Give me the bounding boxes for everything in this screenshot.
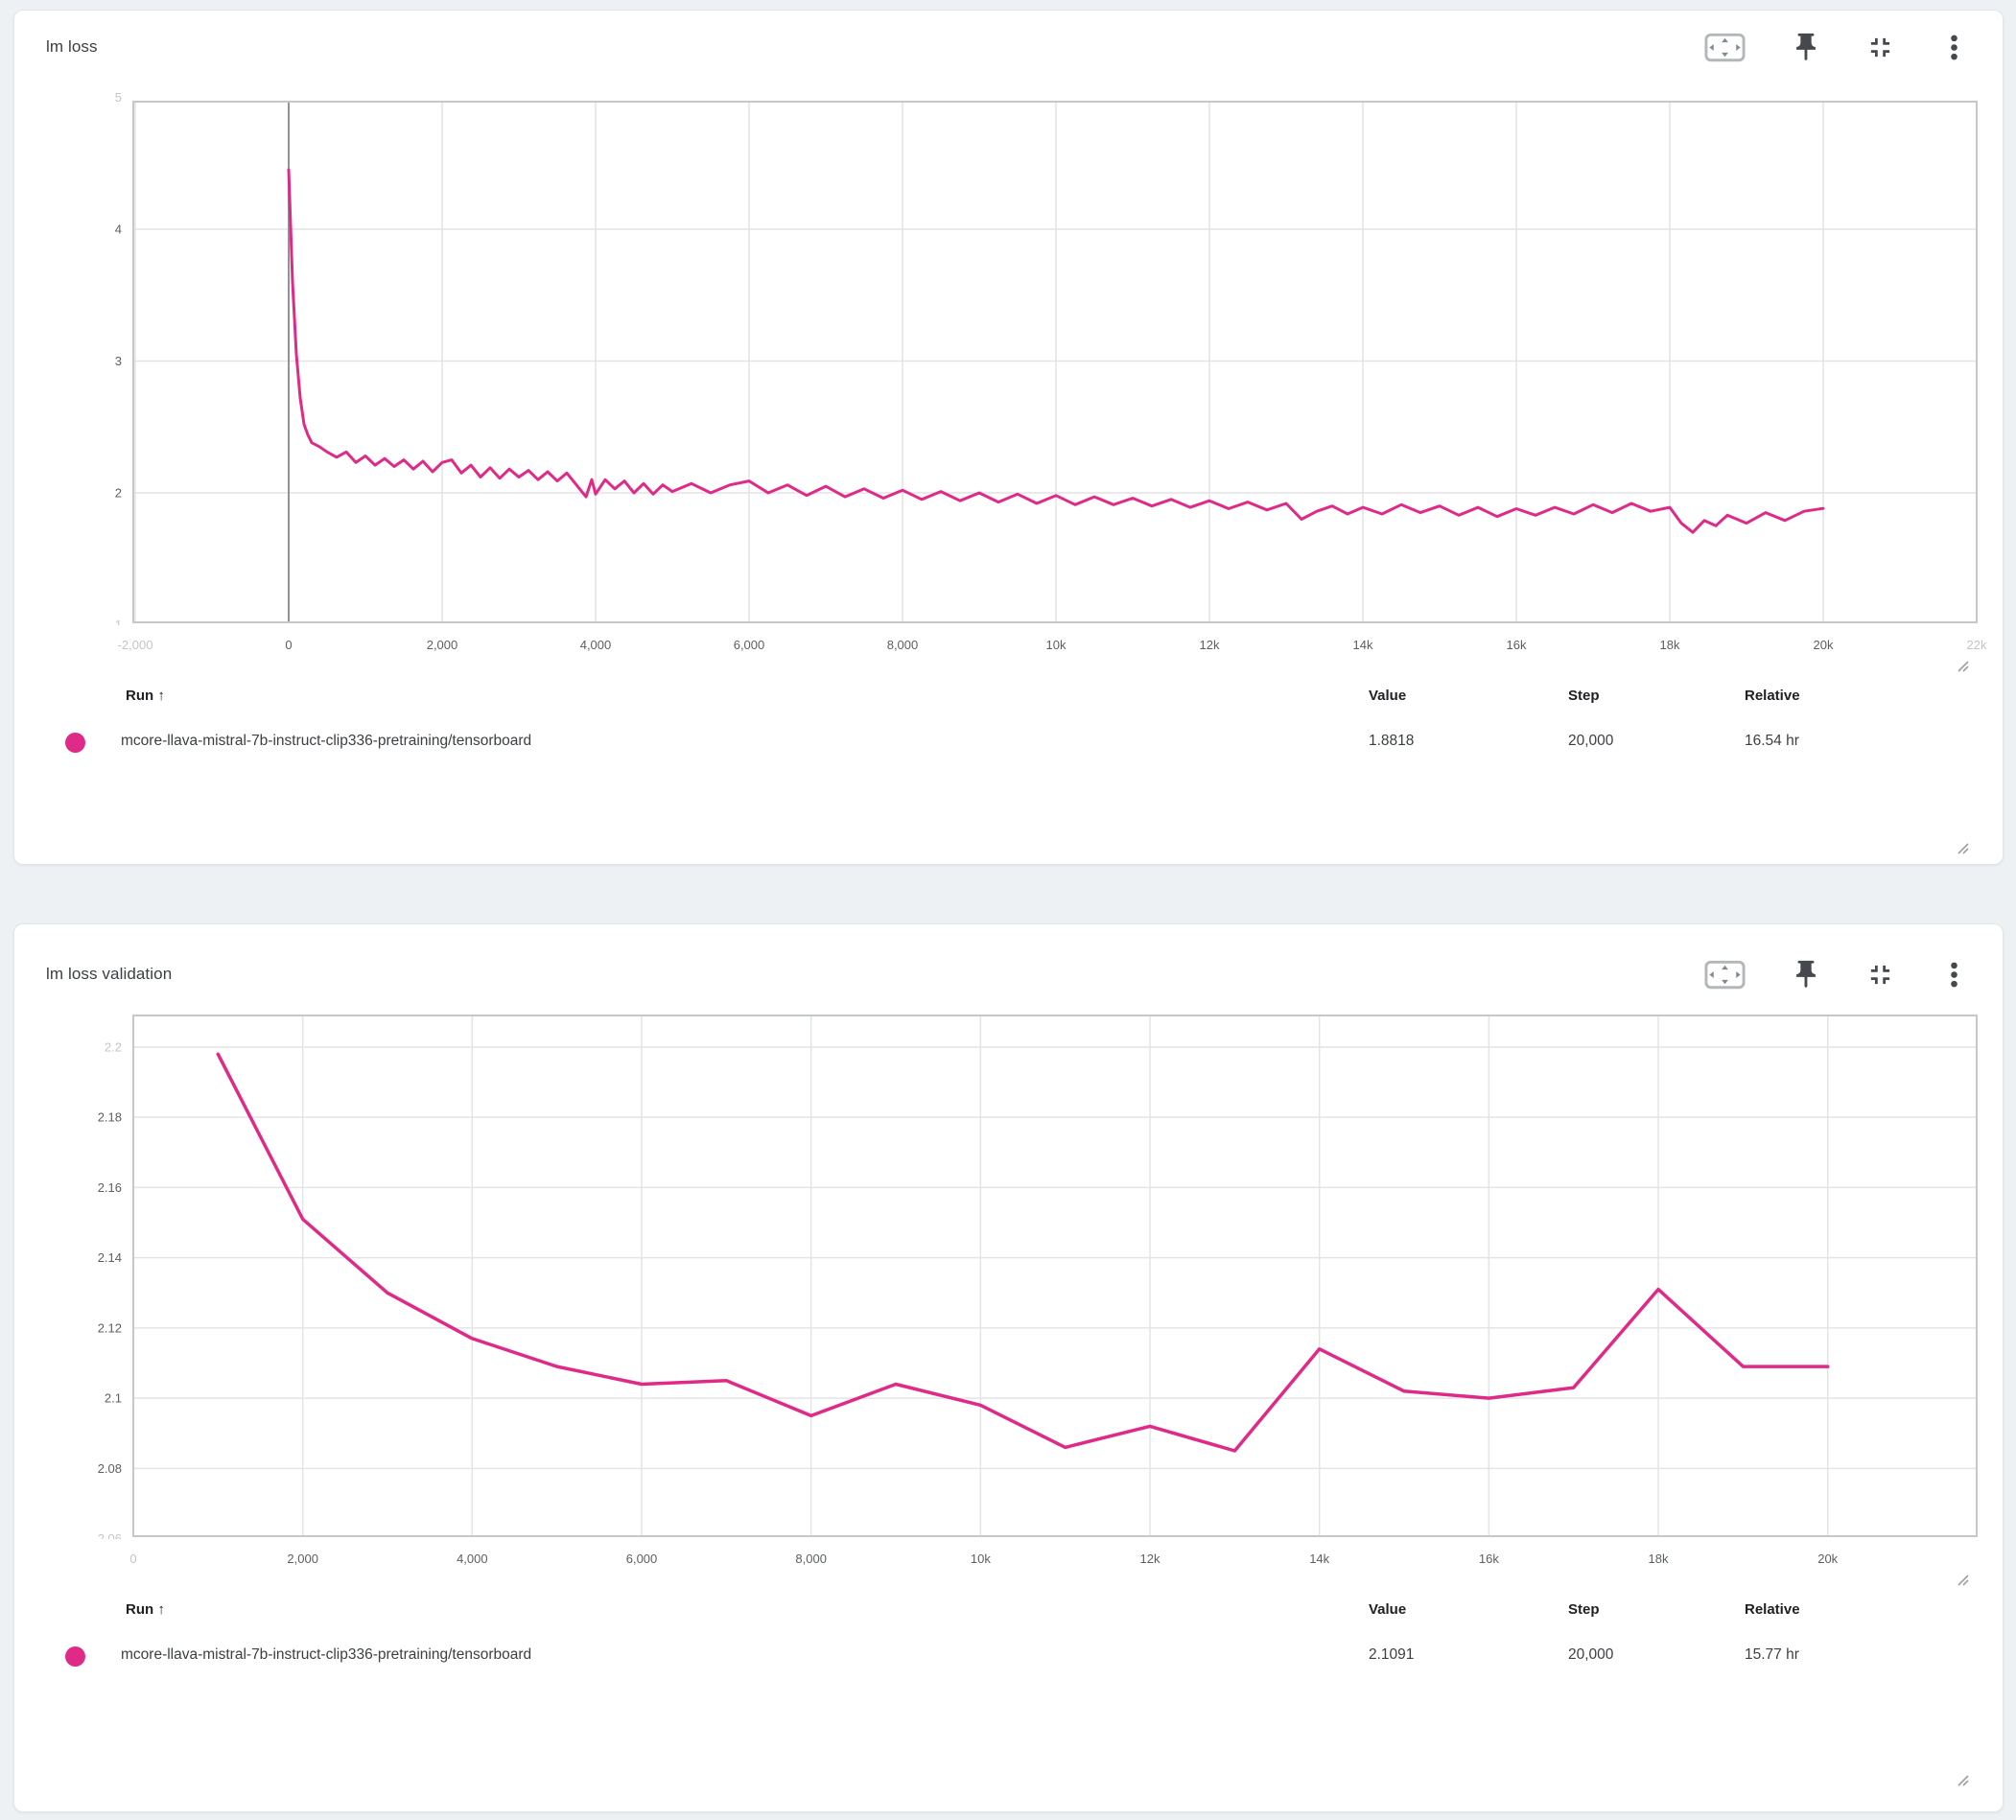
run-step: 20,000 [1568, 733, 1613, 750]
svg-text:2.2: 2.2 [105, 1039, 122, 1054]
run-relative: 16.54 hr [1745, 733, 1799, 750]
value-column-header: Value [1369, 1601, 1406, 1618]
fit-domain-button[interactable] [1700, 955, 1749, 994]
svg-text:8,000: 8,000 [795, 1552, 827, 1566]
more-options-icon [1938, 959, 1970, 991]
fit-domain-button[interactable] [1700, 28, 1749, 67]
svg-text:4: 4 [115, 222, 122, 236]
relative-column-header: Relative [1745, 1601, 1800, 1618]
collapse-card-button[interactable] [1863, 30, 1898, 65]
pin-icon [1790, 958, 1822, 991]
card-resize-grip-icon[interactable] [1956, 1773, 1971, 1788]
card-resize-grip-icon[interactable] [1956, 841, 1971, 856]
run-name: mcore-llava-mistral-7b-instruct-clip336-… [121, 733, 531, 750]
collapse-card-icon [1864, 959, 1896, 991]
svg-text:1: 1 [115, 618, 122, 632]
pin-icon [1790, 31, 1822, 63]
svg-text:2.08: 2.08 [98, 1461, 122, 1476]
svg-text:20k: 20k [1814, 638, 1834, 652]
step-column-header: Step [1568, 688, 1600, 704]
svg-text:2.14: 2.14 [98, 1250, 122, 1265]
chart-resize-grip-icon[interactable] [1956, 659, 1971, 674]
run-column-header[interactable]: Run ↑ [126, 1601, 165, 1618]
svg-text:18k: 18k [1660, 638, 1680, 652]
run-color-dot [65, 1646, 85, 1667]
svg-text:4,000: 4,000 [580, 638, 612, 652]
scalar-card-lm-loss: lm loss [13, 10, 2004, 865]
chart-title: lm loss [46, 37, 98, 57]
fit-domain-icon [1702, 30, 1747, 65]
svg-text:2.06: 2.06 [98, 1531, 122, 1546]
svg-text:16k: 16k [1479, 1552, 1499, 1566]
svg-text:14k: 14k [1353, 638, 1373, 652]
run-name: mcore-llava-mistral-7b-instruct-clip336-… [121, 1646, 531, 1664]
svg-text:2,000: 2,000 [287, 1552, 318, 1566]
svg-text:-2,000: -2,000 [118, 638, 153, 652]
run-value: 2.1091 [1369, 1646, 1414, 1664]
svg-text:18k: 18k [1649, 1552, 1669, 1566]
svg-text:2.12: 2.12 [98, 1320, 122, 1335]
line-chart-lm-loss[interactable]: 5 4 3 2 1 -2,000 0 2,000 4,000 6,000 8,000 10k 12k 14… [14, 87, 2003, 674]
svg-text:10k: 10k [1046, 638, 1067, 652]
more-options-button[interactable] [1936, 957, 1972, 992]
svg-text:2.16: 2.16 [98, 1180, 122, 1195]
run-column-header[interactable]: Run ↑ [126, 688, 165, 704]
card-toolbar [1700, 955, 1972, 994]
svg-text:3: 3 [115, 354, 122, 368]
scalar-card-lm-loss-validation: lm loss validation [13, 923, 2004, 1812]
svg-text:0: 0 [285, 638, 292, 652]
pin-button[interactable] [1788, 29, 1824, 65]
more-options-icon [1938, 32, 1970, 63]
svg-text:22k: 22k [1967, 638, 1987, 652]
svg-text:2.18: 2.18 [98, 1110, 122, 1125]
pin-button[interactable] [1788, 956, 1824, 992]
svg-text:2.1: 2.1 [105, 1391, 122, 1406]
tensorboard-scalars-page: lm loss [0, 0, 2016, 1820]
svg-text:0: 0 [129, 1552, 136, 1566]
step-column-header: Step [1568, 1601, 1600, 1618]
svg-text:16k: 16k [1507, 638, 1527, 652]
svg-text:12k: 12k [1200, 638, 1220, 652]
svg-text:10k: 10k [971, 1552, 991, 1566]
svg-text:20k: 20k [1817, 1552, 1838, 1566]
run-step: 20,000 [1568, 1646, 1613, 1664]
card-header: lm loss [14, 26, 2003, 68]
run-color-dot [65, 733, 85, 753]
chart-title: lm loss validation [46, 965, 172, 984]
svg-text:6,000: 6,000 [734, 638, 765, 652]
value-column-header: Value [1369, 688, 1406, 704]
collapse-card-button[interactable] [1863, 957, 1898, 992]
fit-domain-icon [1702, 957, 1747, 992]
card-header: lm loss validation [14, 953, 2003, 995]
line-chart-lm-loss-validation[interactable]: 2.2 2.18 2.16 2.14 2.12 2.1 2.08 2.06 0 2,000 4,00… [14, 1001, 2003, 1588]
chart-resize-grip-icon[interactable] [1956, 1573, 1971, 1588]
svg-text:2: 2 [115, 485, 122, 500]
more-options-button[interactable] [1936, 30, 1972, 65]
svg-text:14k: 14k [1309, 1552, 1329, 1566]
relative-column-header: Relative [1745, 688, 1800, 704]
svg-text:8,000: 8,000 [887, 638, 919, 652]
run-value: 1.8818 [1369, 733, 1414, 750]
svg-text:4,000: 4,000 [457, 1552, 488, 1566]
collapse-card-icon [1864, 32, 1896, 63]
card-toolbar [1700, 28, 1972, 67]
svg-text:5: 5 [115, 90, 122, 105]
svg-text:12k: 12k [1140, 1552, 1160, 1566]
run-relative: 15.77 hr [1745, 1646, 1799, 1664]
svg-text:2,000: 2,000 [427, 638, 458, 652]
svg-text:6,000: 6,000 [626, 1552, 658, 1566]
